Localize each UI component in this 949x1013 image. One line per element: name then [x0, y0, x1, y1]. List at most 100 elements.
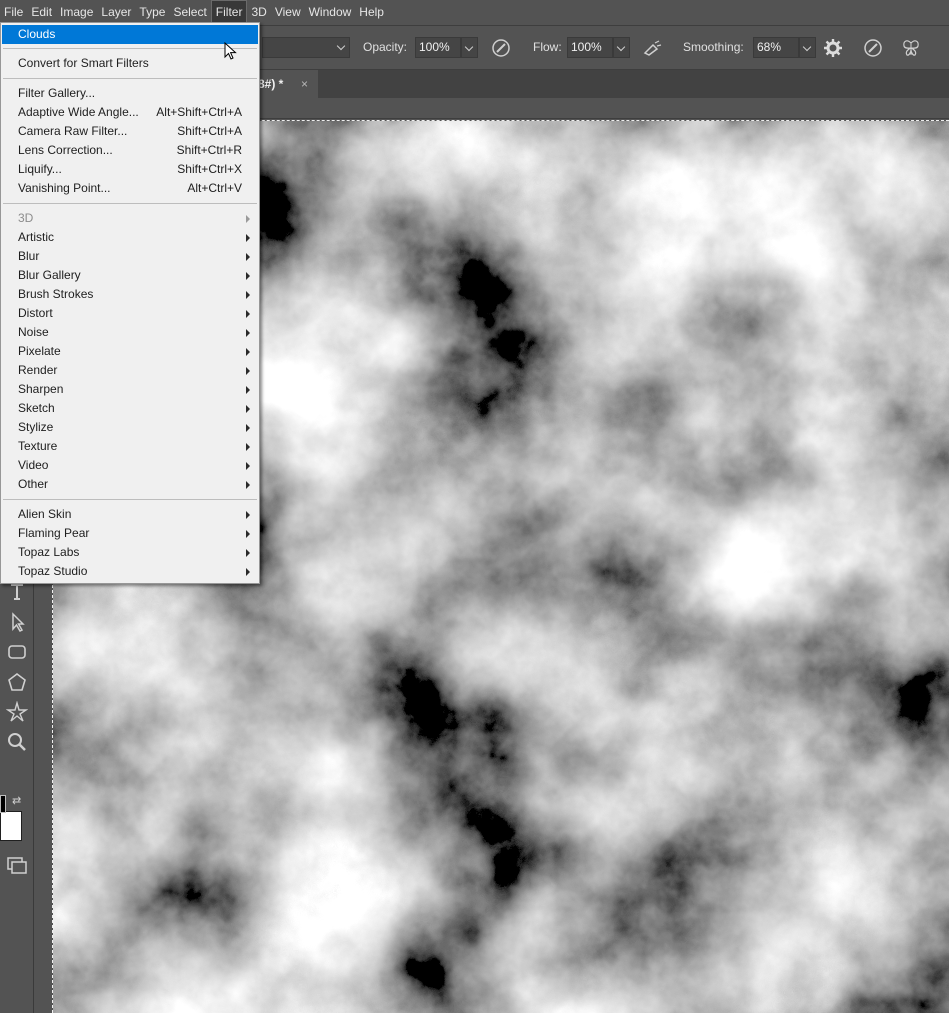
- submenu-arrow-icon: [246, 329, 250, 337]
- custom-shape-tool-icon[interactable]: [6, 701, 28, 723]
- document-tab-title: 8#) *: [258, 77, 284, 91]
- pressure-opacity-icon[interactable]: [491, 38, 511, 58]
- flow-field[interactable]: 100%: [567, 37, 613, 58]
- menu-item-lens-correction[interactable]: Lens Correction... Shift+Ctrl+R: [2, 141, 258, 160]
- menu-item-alien-skin[interactable]: Alien Skin: [2, 505, 258, 524]
- menu-item-noise[interactable]: Noise: [2, 323, 258, 342]
- polygon-tool-icon[interactable]: [6, 671, 28, 693]
- submenu-arrow-icon: [246, 348, 250, 356]
- menu-item-filter-gallery[interactable]: Filter Gallery...: [2, 84, 258, 103]
- rectangle-tool-icon[interactable]: [6, 641, 28, 663]
- menu-item-blur-gallery[interactable]: Blur Gallery: [2, 266, 258, 285]
- menu-item-label: Clouds: [18, 27, 56, 41]
- menu-item-other[interactable]: Other: [2, 475, 258, 494]
- menu-separator: [3, 203, 257, 204]
- submenu-arrow-icon: [246, 234, 250, 242]
- menu-item-vanishing-point[interactable]: Vanishing Point... Alt+Ctrl+V: [2, 179, 258, 198]
- menu-item-label: Lens Correction...: [18, 143, 113, 157]
- path-selection-tool-icon[interactable]: [6, 611, 28, 633]
- menu-item-liquify[interactable]: Liquify... Shift+Ctrl+X: [2, 160, 258, 179]
- zoom-tool-icon[interactable]: [6, 731, 28, 753]
- menu-item-stylize[interactable]: Stylize: [2, 418, 258, 437]
- menu-item-video[interactable]: Video: [2, 456, 258, 475]
- menu-help[interactable]: Help: [355, 0, 388, 25]
- submenu-arrow-icon: [246, 462, 250, 470]
- menu-item-blur[interactable]: Blur: [2, 247, 258, 266]
- menu-item-convert-smart-filters[interactable]: Convert for Smart Filters: [2, 54, 258, 73]
- menu-item-label: Distort: [18, 306, 53, 320]
- menu-item-label: Adaptive Wide Angle...: [18, 105, 139, 119]
- menu-item-topaz-studio[interactable]: Topaz Studio: [2, 562, 258, 581]
- menu-item-label: Liquify...: [18, 162, 62, 176]
- gear-icon[interactable]: [823, 38, 843, 58]
- swap-colors-icon[interactable]: ⇄: [12, 794, 26, 808]
- submenu-arrow-icon: [246, 511, 250, 519]
- menu-item-topaz-labs[interactable]: Topaz Labs: [2, 543, 258, 562]
- menu-item-brush-strokes[interactable]: Brush Strokes: [2, 285, 258, 304]
- menu-item-label: Alien Skin: [18, 507, 72, 521]
- menu-item-label: Sketch: [18, 401, 55, 415]
- menu-separator: [3, 48, 257, 49]
- menu-item-sketch[interactable]: Sketch: [2, 399, 258, 418]
- brush-mode-dropdown[interactable]: [334, 37, 351, 58]
- menu-view[interactable]: View: [271, 0, 305, 25]
- menu-item-3d: 3D: [2, 209, 258, 228]
- screen-mode-icon[interactable]: [6, 854, 28, 876]
- submenu-arrow-icon: [246, 253, 250, 261]
- menu-item-pixelate[interactable]: Pixelate: [2, 342, 258, 361]
- close-tab-icon[interactable]: ×: [301, 70, 308, 98]
- menu-item-label: Topaz Studio: [18, 564, 88, 578]
- smoothing-field[interactable]: 68%: [753, 37, 799, 58]
- menu-item-label: Sharpen: [18, 382, 64, 396]
- pressure-size-icon[interactable]: [863, 38, 883, 58]
- smoothing-dropdown[interactable]: [799, 37, 816, 58]
- menu-item-label: Blur: [18, 249, 40, 263]
- menu-item-label: Topaz Labs: [18, 545, 80, 559]
- submenu-arrow-icon: [246, 291, 250, 299]
- menu-item-label: Artistic: [18, 230, 54, 244]
- type-tool-icon[interactable]: [6, 581, 28, 603]
- menu-separator: [3, 78, 257, 79]
- menu-item-label: Brush Strokes: [18, 287, 94, 301]
- menu-item-shortcut: Shift+Ctrl+X: [177, 162, 242, 176]
- menu-item-distort[interactable]: Distort: [2, 304, 258, 323]
- menu-item-shortcut: Shift+Ctrl+R: [176, 143, 242, 157]
- submenu-arrow-icon: [246, 568, 250, 576]
- menu-item-render[interactable]: Render: [2, 361, 258, 380]
- opacity-field[interactable]: 100%: [415, 37, 461, 58]
- menu-item-camera-raw-filter[interactable]: Camera Raw Filter... Shift+Ctrl+A: [2, 122, 258, 141]
- menu-window[interactable]: Window: [305, 0, 356, 25]
- menu-item-sharpen[interactable]: Sharpen: [2, 380, 258, 399]
- menu-item-label: Texture: [18, 439, 58, 453]
- menu-item-label: Pixelate: [18, 344, 61, 358]
- filter-menu-dropdown: Clouds Convert for Smart Filters Filter …: [0, 22, 260, 584]
- menu-separator: [3, 499, 257, 500]
- submenu-arrow-icon: [246, 386, 250, 394]
- opacity-dropdown[interactable]: [461, 37, 478, 58]
- menu-item-label: Convert for Smart Filters: [18, 56, 149, 70]
- menu-item-label: Video: [18, 458, 49, 472]
- mouse-pointer-icon: [224, 42, 237, 60]
- menu-item-shortcut: Shift+Ctrl+A: [177, 124, 242, 138]
- symmetry-butterfly-icon[interactable]: [901, 38, 921, 58]
- menu-item-label: Render: [18, 363, 58, 377]
- menu-item-texture[interactable]: Texture: [2, 437, 258, 456]
- menu-item-label: Other: [18, 477, 49, 491]
- menu-item-label: Flaming Pear: [18, 526, 90, 540]
- document-tab[interactable]: 8#) * ×: [252, 70, 318, 98]
- opacity-label: Opacity:: [363, 40, 408, 54]
- menu-item-flaming-pear[interactable]: Flaming Pear: [2, 524, 258, 543]
- menu-item-label: 3D: [18, 211, 34, 225]
- menu-item-last-filter-clouds[interactable]: Clouds: [2, 25, 258, 44]
- menu-item-label: Blur Gallery: [18, 268, 81, 282]
- flow-dropdown[interactable]: [613, 37, 630, 58]
- background-color-swatch[interactable]: [0, 811, 22, 841]
- submenu-arrow-icon: [246, 424, 250, 432]
- submenu-arrow-icon: [246, 530, 250, 538]
- menu-item-shortcut: Alt+Shift+Ctrl+A: [156, 105, 242, 119]
- menu-item-label: Camera Raw Filter...: [18, 124, 128, 138]
- menu-item-artistic[interactable]: Artistic: [2, 228, 258, 247]
- airbrush-icon[interactable]: [642, 38, 662, 58]
- foreground-color-swatch[interactable]: [0, 795, 6, 813]
- menu-item-adaptive-wide-angle[interactable]: Adaptive Wide Angle... Alt+Shift+Ctrl+A: [2, 103, 258, 122]
